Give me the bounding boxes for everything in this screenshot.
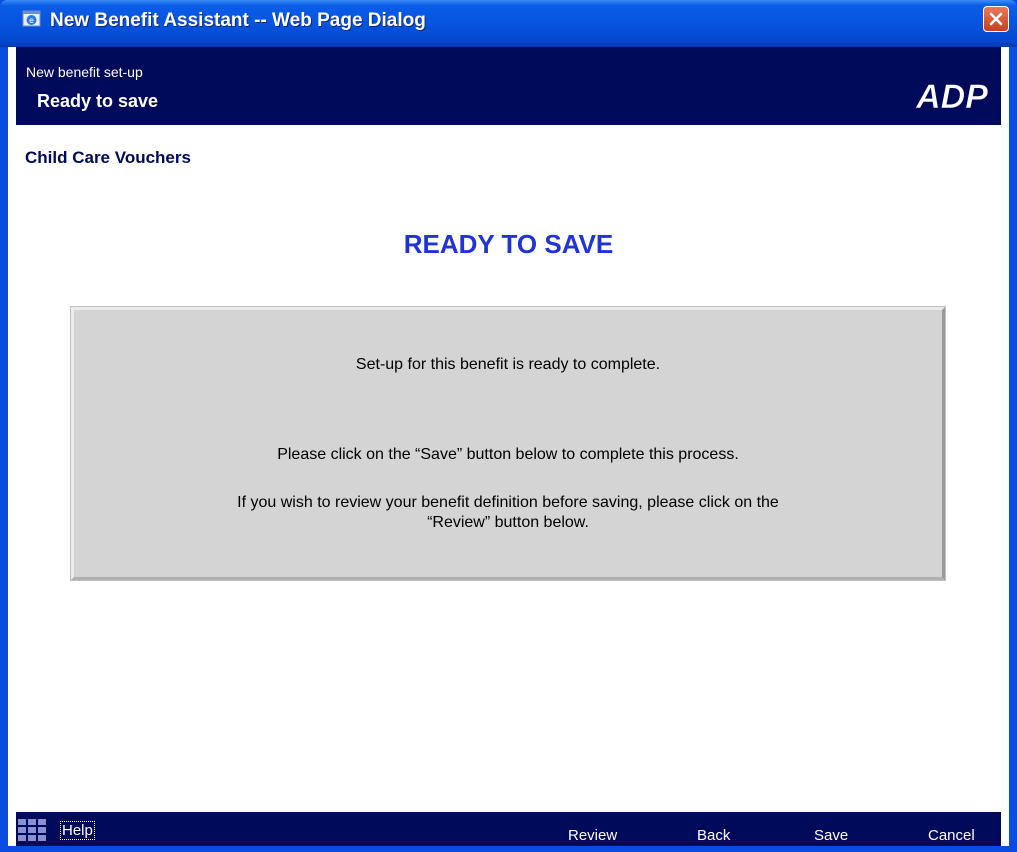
title-bar[interactable]: e New Benefit Assistant -- Web Page Dial… [0, 0, 1017, 47]
ie-icon: e [22, 10, 41, 27]
cancel-button[interactable]: Cancel [928, 827, 975, 844]
message-panel: Set-up for this benefit is ready to comp… [70, 306, 946, 581]
message-review-instruction-line2: “Review” button below. [427, 514, 589, 531]
close-icon [989, 12, 1003, 26]
adp-logo: ADP [915, 78, 989, 116]
message-ready: Set-up for this benefit is ready to comp… [355, 356, 661, 373]
window-title: New Benefit Assistant -- Web Page Dialog [50, 10, 426, 31]
footer-bar: Help Review Back Save Cancel [16, 812, 1001, 846]
save-button[interactable]: Save [814, 827, 848, 844]
benefit-name: Child Care Vouchers [25, 148, 191, 167]
help-button[interactable]: Help [60, 821, 95, 840]
close-button[interactable] [983, 6, 1009, 32]
review-button[interactable]: Review [568, 827, 617, 844]
back-button[interactable]: Back [697, 827, 730, 844]
page-heading: READY TO SAVE [403, 229, 614, 259]
header-subtitle: New benefit set-up [26, 64, 143, 80]
header-title: Ready to save [37, 91, 159, 111]
header-banner: New benefit set-up Ready to save ADP [16, 47, 1001, 125]
svg-text:ADP: ADP [915, 78, 988, 116]
message-review-instruction-line1: If you wish to review your benefit defin… [237, 494, 779, 511]
svg-text:e: e [29, 16, 34, 25]
grid-icon [18, 819, 46, 841]
message-save-instruction: Please click on the “Save” button below … [277, 446, 739, 463]
